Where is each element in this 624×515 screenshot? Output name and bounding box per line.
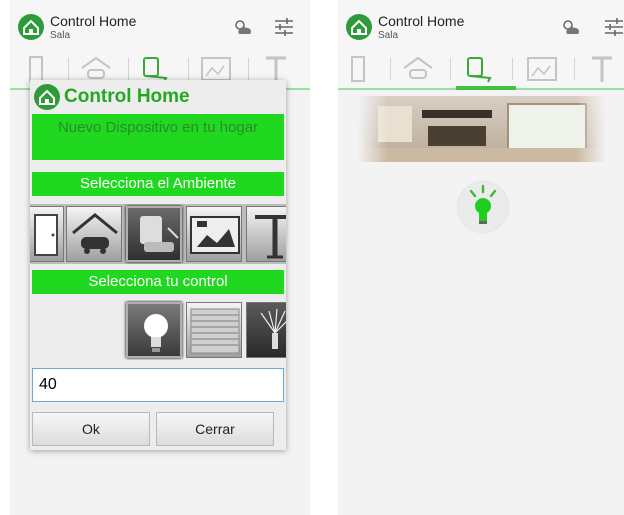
armchair-icon	[140, 216, 179, 252]
tab-divider	[68, 58, 69, 80]
control-selector	[30, 300, 286, 360]
tab-garden[interactable]	[580, 54, 624, 84]
action-bar: Control Home Sala	[10, 0, 310, 48]
home-logo-icon[interactable]	[346, 14, 372, 40]
dialog-header: Control Home	[30, 80, 286, 112]
control-option-blinds[interactable]	[186, 302, 242, 358]
room-subtitle: Sala	[378, 30, 399, 41]
tab-divider	[450, 58, 451, 80]
garage-car-icon	[72, 213, 118, 254]
environment-option-kitchen[interactable]	[186, 206, 242, 262]
settings-sliders-icon[interactable]	[604, 18, 624, 41]
control-option-light[interactable]	[126, 302, 182, 358]
sprinkler-icon	[592, 56, 612, 82]
control-prompt: Selecciona tu control	[32, 270, 284, 294]
living-room-photo	[358, 96, 606, 162]
weather-icon[interactable]	[560, 18, 582, 41]
new-device-message: Nuevo Dispositivo en tu hogar	[32, 114, 284, 160]
light-bulb-icon	[144, 314, 168, 352]
room-subtitle: Sala	[50, 30, 71, 41]
control-option-sprinkler[interactable]	[246, 302, 286, 358]
weather-icon[interactable]	[232, 18, 254, 41]
tab-kitchen[interactable]	[520, 54, 564, 84]
light-bulb-icon	[469, 184, 497, 224]
room-tab-bar	[338, 48, 624, 90]
environment-option-living-room[interactable]	[126, 206, 182, 262]
close-button[interactable]: Cerrar	[156, 412, 274, 446]
tab-divider	[574, 58, 575, 80]
active-tab-indicator	[456, 86, 516, 90]
home-logo-icon	[34, 84, 60, 110]
environment-option-garden[interactable]	[246, 206, 286, 262]
home-logo-icon[interactable]	[18, 14, 44, 40]
tab-divider	[188, 58, 189, 80]
settings-sliders-icon[interactable]	[274, 18, 294, 41]
environment-option-garage[interactable]	[66, 206, 122, 262]
environment-option-entrance[interactable]	[30, 206, 64, 262]
left-phone-screen: Control Home Sala Control Home Nuevo Dis…	[10, 0, 310, 515]
armchair-icon	[467, 57, 492, 83]
tab-divider	[128, 58, 129, 80]
tab-divider	[248, 58, 249, 80]
tab-divider	[512, 58, 513, 80]
tab-entrance[interactable]	[338, 54, 380, 84]
light-bulb-toggle[interactable]	[458, 182, 508, 232]
tab-living-room[interactable]	[458, 54, 502, 84]
tab-garage[interactable]	[396, 54, 440, 84]
kitchen-icon	[190, 216, 240, 254]
sprinkler-icon	[260, 308, 286, 349]
garage-car-icon	[403, 56, 433, 79]
app-title: Control Home	[50, 13, 137, 29]
environment-prompt: Selecciona el Ambiente	[32, 172, 284, 196]
app-title: Control Home	[378, 13, 465, 29]
kitchen-icon	[527, 57, 557, 81]
door-icon	[351, 56, 365, 82]
action-bar: Control Home Sala	[338, 0, 624, 48]
environment-selector	[30, 204, 286, 264]
tab-divider	[390, 58, 391, 80]
sprinkler-icon	[255, 215, 286, 259]
ok-button[interactable]: Ok	[32, 412, 150, 446]
right-phone-screen: Control Home Sala	[338, 0, 624, 515]
value-input[interactable]: 40	[32, 368, 284, 402]
new-device-dialog: Control Home Nuevo Dispositivo en tu hog…	[30, 80, 286, 450]
dialog-title: Control Home	[64, 86, 190, 107]
door-icon	[34, 214, 58, 256]
blinds-icon	[190, 308, 240, 354]
